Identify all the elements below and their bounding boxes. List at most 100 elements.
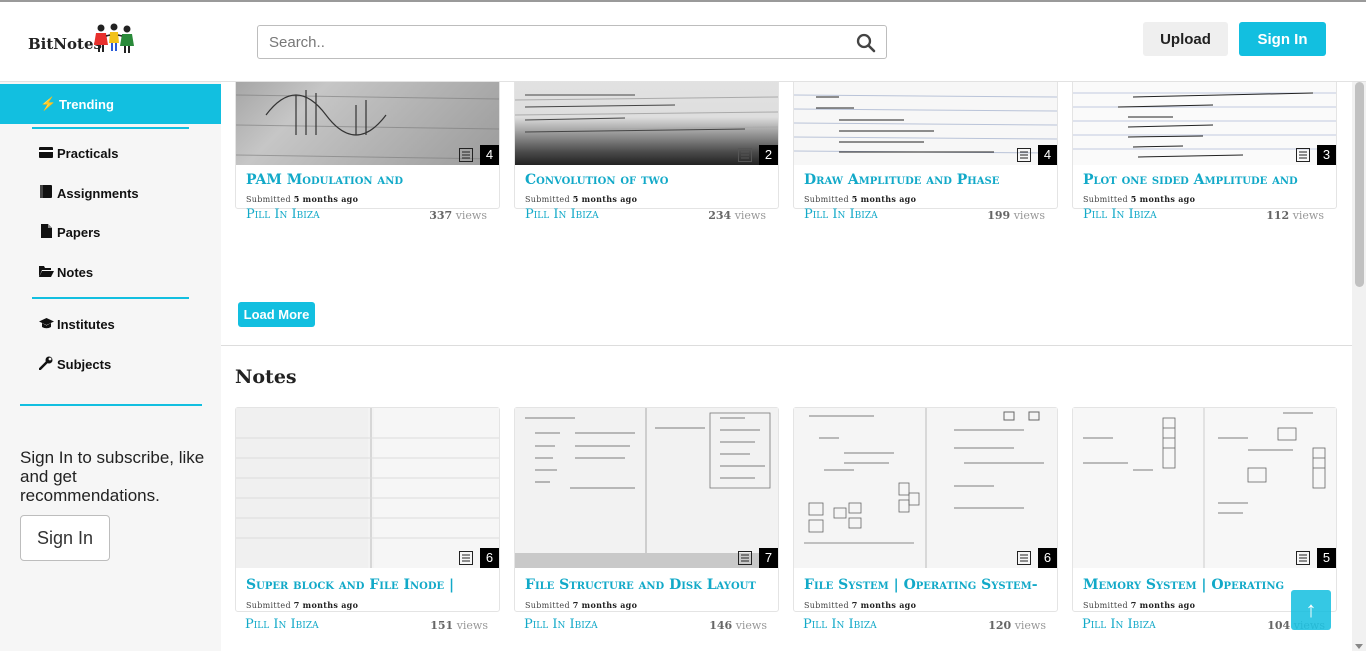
notes-card[interactable]: 5 Memory System | Operating Submitted 7 … xyxy=(1072,407,1337,612)
top-header: BitNotes Upload Sign In xyxy=(0,2,1366,82)
sidebar-divider xyxy=(32,127,189,129)
submitted-text: Submitted 5 months ago xyxy=(804,194,917,204)
page-scrollbar[interactable] xyxy=(1352,82,1366,651)
card-title[interactable]: File Structure and Disk Layout xyxy=(525,577,770,593)
author-link[interactable]: Pill In Ibiza xyxy=(1083,207,1157,222)
logo-text: BitNotes xyxy=(28,35,102,53)
sidebar-item-assignments[interactable]: Assignments xyxy=(0,173,221,213)
search-input[interactable] xyxy=(258,26,838,58)
page-count-badge: 3 xyxy=(1317,145,1336,165)
signin-prompt-text: Sign In to subscribe, like and get recom… xyxy=(20,448,205,505)
pages-icon xyxy=(459,148,473,162)
graduation-cap-icon xyxy=(38,317,54,332)
notebook-page-image xyxy=(1083,408,1326,568)
notes-card[interactable]: 6 Super block and File Inode | Submitted… xyxy=(235,407,500,612)
notes-card-meta: Pill In Ibiza 151 views xyxy=(235,615,500,645)
upload-button[interactable]: Upload xyxy=(1143,22,1228,56)
author-link[interactable]: Pill In Ibiza xyxy=(804,207,878,222)
author-link[interactable]: Pill In Ibiza xyxy=(246,207,320,222)
bitnotes-logo[interactable]: BitNotes xyxy=(27,21,137,61)
page-count-badge: 6 xyxy=(480,548,499,568)
sidebar-item-label: Institutes xyxy=(57,316,115,332)
view-count: 120 views xyxy=(988,619,1046,632)
author-link[interactable]: Pill In Ibiza xyxy=(1082,617,1156,632)
search-icon[interactable] xyxy=(856,33,876,53)
view-count: 112 views xyxy=(1266,209,1324,222)
card-thumbnail[interactable]: 7 xyxy=(515,408,778,568)
search-box xyxy=(257,25,887,59)
sidebar-item-subjects[interactable]: Subjects xyxy=(0,344,221,384)
submitted-text: Submitted 7 months ago xyxy=(525,600,638,610)
sidebar-item-notes[interactable]: Notes xyxy=(0,252,221,292)
author-link[interactable]: Pill In Ibiza xyxy=(524,617,598,632)
kids-logo-icon xyxy=(94,23,134,53)
scroll-down-arrow-icon[interactable] xyxy=(1355,644,1363,649)
card-title[interactable]: PAM Modulation and xyxy=(246,172,491,188)
card-thumbnail[interactable]: 6 xyxy=(794,408,1057,568)
sidebar-item-label: Assignments xyxy=(57,185,139,201)
submitted-text: Submitted 7 months ago xyxy=(804,600,917,610)
header-signin-button[interactable]: Sign In xyxy=(1239,22,1326,56)
trending-card[interactable]: 4 Draw Amplitude and Phase Submitted 5 m… xyxy=(793,82,1058,222)
pages-icon xyxy=(1017,551,1031,565)
card-icon xyxy=(38,146,54,161)
notebook-page-image xyxy=(236,408,499,568)
bolt-icon: ⚡ xyxy=(40,96,57,111)
card-thumbnail[interactable]: 6 xyxy=(236,408,499,568)
sidebar-signin-button[interactable]: Sign In xyxy=(20,515,110,561)
card-thumbnail[interactable]: 3 xyxy=(1073,82,1336,165)
pages-icon xyxy=(1296,551,1310,565)
view-count: 199 views xyxy=(987,209,1045,222)
trending-card[interactable]: 4 PAM Modulation and Submitted 5 months … xyxy=(235,82,500,222)
page-count-badge: 2 xyxy=(759,145,778,165)
card-thumbnail[interactable]: 5 xyxy=(1073,408,1336,568)
page-count-badge: 4 xyxy=(480,145,499,165)
view-count: 337 views xyxy=(429,209,487,222)
card-title[interactable]: Super block and File Inode | xyxy=(246,577,491,593)
pages-icon xyxy=(738,551,752,565)
pages-icon xyxy=(459,551,473,565)
pages-icon xyxy=(738,148,752,162)
sidebar-item-label: Trending xyxy=(59,96,114,112)
notes-card-meta: Pill In Ibiza 146 views xyxy=(514,615,779,645)
author-link[interactable]: Pill In Ibiza xyxy=(803,617,877,632)
card-thumbnail[interactable]: 2 xyxy=(515,82,778,165)
pages-icon xyxy=(1017,148,1031,162)
author-link[interactable]: Pill In Ibiza xyxy=(245,617,319,632)
submitted-text: Submitted 7 months ago xyxy=(1083,600,1196,610)
view-count: 151 views xyxy=(430,619,488,632)
sidebar: ⚡ Trending Practicals Assignments Papers… xyxy=(0,82,221,651)
sidebar-item-label: Practicals xyxy=(57,145,119,161)
notes-section-title: Notes xyxy=(235,366,297,388)
page-count-badge: 6 xyxy=(1038,548,1057,568)
page-count-badge: 4 xyxy=(1038,145,1057,165)
back-to-top-button[interactable]: ↑ xyxy=(1291,590,1331,630)
scrollbar-thumb[interactable] xyxy=(1355,82,1364,287)
trending-card[interactable]: 3 Plot one sided Amplitude and Submitted… xyxy=(1072,82,1337,222)
sidebar-item-label: Papers xyxy=(57,224,101,240)
notebook-page-image xyxy=(804,408,1044,568)
card-thumbnail[interactable]: 4 xyxy=(236,82,499,165)
sidebar-item-institutes[interactable]: Institutes xyxy=(0,304,221,344)
card-thumbnail[interactable]: 4 xyxy=(794,82,1057,165)
pages-icon xyxy=(1296,148,1310,162)
sidebar-item-practicals[interactable]: Practicals xyxy=(0,133,221,173)
card-title[interactable]: Plot one sided Amplitude and xyxy=(1083,172,1328,188)
sidebar-item-papers[interactable]: Papers xyxy=(0,212,221,252)
trending-card[interactable]: 2 Convolution of two Submitted 5 months … xyxy=(514,82,779,222)
card-title[interactable]: Convolution of two xyxy=(525,172,770,188)
card-title[interactable]: File System | Operating System- xyxy=(804,577,1049,593)
page-count-badge: 5 xyxy=(1317,548,1336,568)
card-title[interactable]: Draw Amplitude and Phase xyxy=(804,172,1049,188)
notes-card[interactable]: 7 File Structure and Disk Layout Submitt… xyxy=(514,407,779,612)
sidebar-item-label: Subjects xyxy=(57,356,112,372)
sidebar-item-label: Notes xyxy=(57,264,94,280)
view-count: 234 views xyxy=(708,209,766,222)
sidebar-item-trending[interactable]: ⚡ Trending xyxy=(0,84,221,124)
submitted-text: Submitted 5 months ago xyxy=(1083,194,1196,204)
sidebar-divider xyxy=(32,297,189,299)
author-link[interactable]: Pill In Ibiza xyxy=(525,207,599,222)
load-more-button[interactable]: Load More xyxy=(238,302,315,327)
file-icon xyxy=(38,223,54,241)
notes-card[interactable]: 6 File System | Operating System- Submit… xyxy=(793,407,1058,612)
